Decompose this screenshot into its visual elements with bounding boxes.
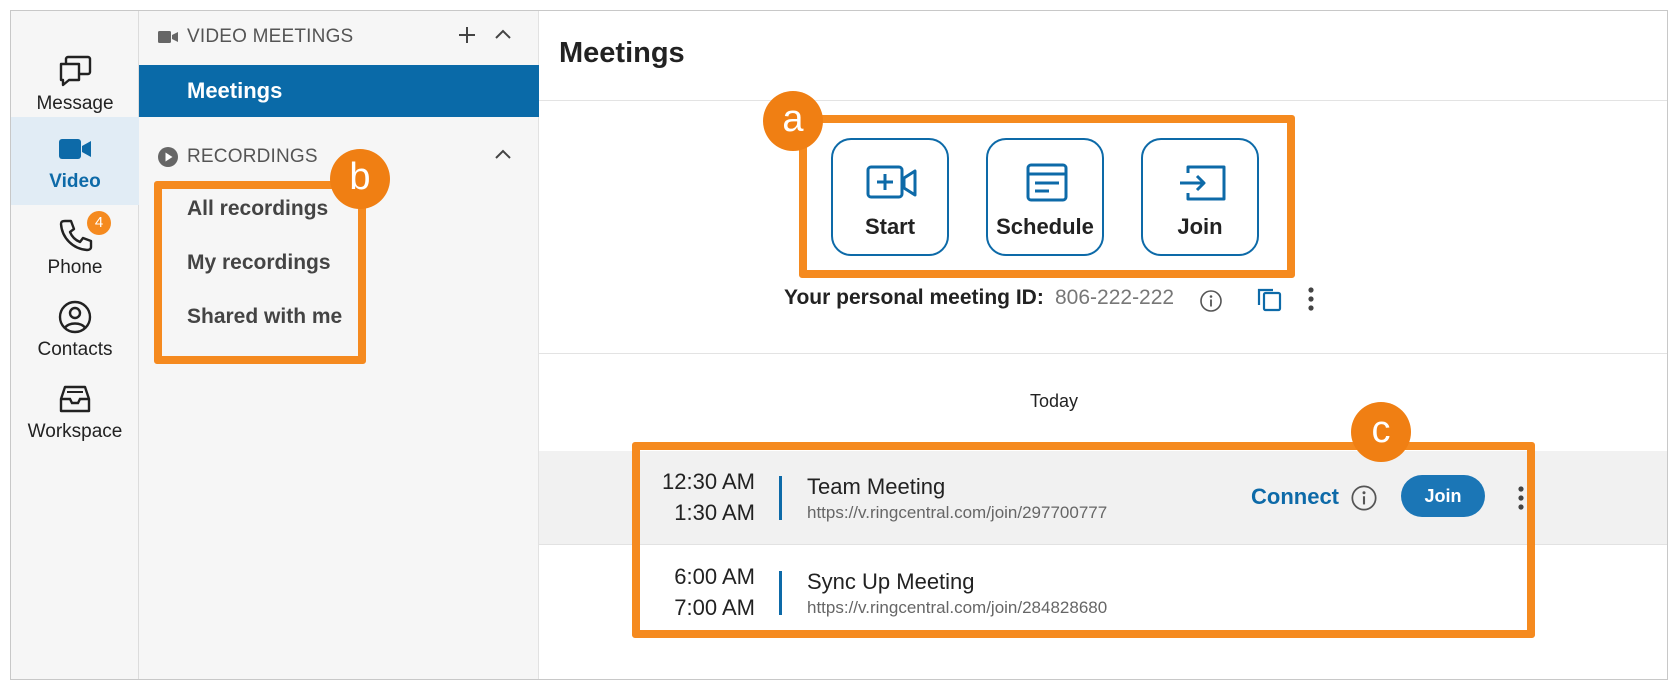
callout-box-c	[632, 442, 1535, 638]
camera-icon	[158, 31, 178, 43]
rail-item-workspace[interactable]: Workspace	[11, 367, 139, 455]
video-icon	[59, 139, 91, 159]
video-meetings-title: VIDEO MEETINGS	[187, 26, 354, 47]
rail-label-message: Message	[36, 93, 114, 114]
message-icon	[59, 55, 92, 87]
rail-item-contacts[interactable]: Contacts	[11, 285, 139, 373]
callout-marker-c: c	[1351, 402, 1411, 462]
divider	[539, 100, 1667, 101]
divider	[539, 353, 1667, 354]
chevron-up-icon[interactable]	[491, 143, 515, 167]
sidebar-item-meetings-label: Meetings	[187, 78, 283, 103]
more-options-icon[interactable]	[1307, 286, 1315, 312]
personal-meeting-id-label: Your personal meeting ID:	[784, 286, 1044, 309]
play-circle-icon	[158, 147, 178, 167]
sidebar-item-meetings[interactable]: Meetings	[139, 65, 539, 117]
add-icon[interactable]	[455, 23, 479, 47]
callout-box-a	[799, 115, 1295, 278]
app-window: Message Video 4 Phone Contacts Workspace…	[10, 10, 1668, 680]
contacts-icon	[58, 300, 92, 334]
recordings-title: RECORDINGS	[187, 146, 318, 167]
callout-marker-b: b	[330, 149, 390, 209]
date-header-today: Today	[1029, 391, 1079, 411]
rail-item-video[interactable]: Video	[11, 117, 139, 205]
rail-label-phone: Phone	[47, 257, 103, 278]
phone-badge: 4	[87, 211, 111, 235]
callout-marker-a: a	[763, 91, 823, 151]
workspace-icon	[59, 385, 91, 413]
rail-item-phone[interactable]: 4 Phone	[11, 203, 139, 291]
rail-item-message[interactable]: Message	[11, 39, 139, 127]
page-title: Meetings	[559, 37, 685, 69]
video-meetings-header: VIDEO MEETINGS	[139, 11, 539, 63]
callout-box-b	[154, 181, 366, 364]
rail-label-contacts: Contacts	[37, 339, 113, 360]
copy-icon[interactable]	[1255, 285, 1283, 313]
rail-label-workspace: Workspace	[27, 421, 123, 442]
left-rail: Message Video 4 Phone Contacts Workspace	[11, 11, 139, 679]
chevron-up-icon[interactable]	[491, 23, 515, 47]
info-icon[interactable]	[1199, 289, 1223, 313]
personal-meeting-id-value: 806-222-222	[1055, 286, 1175, 309]
rail-label-video: Video	[49, 171, 101, 192]
